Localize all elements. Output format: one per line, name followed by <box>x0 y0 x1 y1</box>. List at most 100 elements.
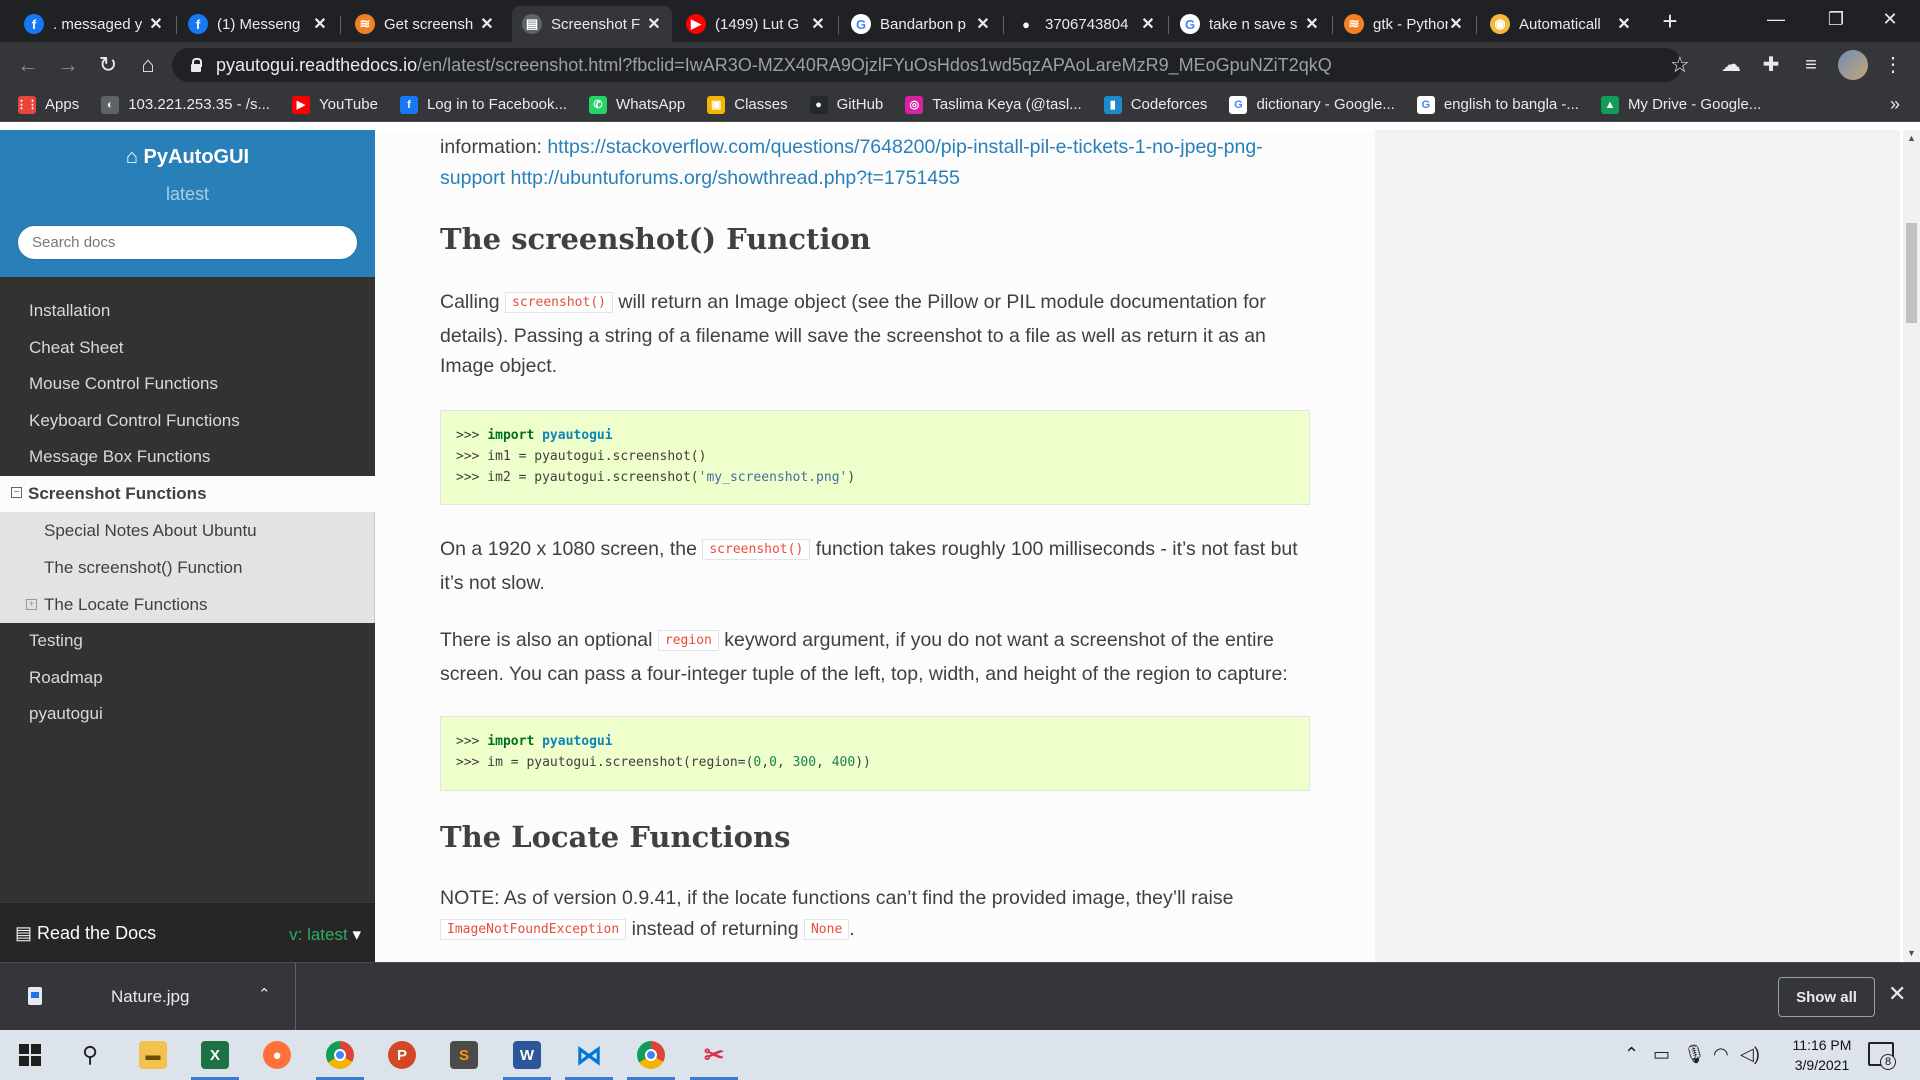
browser-tab[interactable]: ▤ Screenshot F ✕ <box>512 6 672 42</box>
close-tab-icon[interactable]: ✕ <box>312 14 328 34</box>
scrollbar[interactable]: ▲ ▼ <box>1903 130 1920 962</box>
taskbar-chrome-profile[interactable] <box>621 1030 681 1080</box>
menu-kebab-icon[interactable]: ⋮ <box>1880 52 1906 78</box>
sidebar-subitem-locate-functions[interactable]: + The Locate Functions <box>0 586 375 623</box>
bookmark-item[interactable]: ✆ WhatsApp <box>589 95 685 114</box>
ubuntuforums-link[interactable]: http://ubuntuforums.org/showthread.php?t… <box>510 167 959 189</box>
p4-text: . <box>849 917 855 940</box>
start-button[interactable] <box>0 1030 60 1080</box>
close-tab-icon[interactable]: ✕ <box>975 14 991 34</box>
reload-icon[interactable]: ↻ <box>94 51 122 79</box>
sidebar-item-pyautogui[interactable]: pyautogui <box>0 696 375 733</box>
close-tab-icon[interactable]: ✕ <box>1616 14 1632 34</box>
back-arrow-icon[interactable]: ← <box>14 51 42 79</box>
code-block-screenshot[interactable]: >>> import pyautogui >>> im1 = pyautogui… <box>440 410 1310 505</box>
microphone-icon[interactable]: 🎙 <box>1683 1044 1706 1065</box>
scrollbar-thumb[interactable] <box>1906 223 1917 323</box>
address-bar[interactable]: pyautogui.readthedocs.io/en/latest/scree… <box>172 48 1682 82</box>
taskbar-file-explorer[interactable]: ▬ <box>123 1030 183 1080</box>
close-window-button[interactable]: ✕ <box>1860 0 1920 38</box>
chevron-up-icon[interactable]: ⌃ <box>1624 1044 1639 1065</box>
search-docs-input[interactable] <box>17 225 358 260</box>
battery-icon[interactable]: ▭ <box>1653 1044 1670 1065</box>
browser-tab[interactable]: ≋ gtk - Python ✕ <box>1334 6 1474 42</box>
collapse-toggle-icon[interactable]: − <box>11 486 22 498</box>
browser-tab[interactable]: f (1) Messeng ✕ <box>178 6 338 42</box>
minimize-button[interactable]: — <box>1746 0 1806 38</box>
bookmark-item[interactable]: ◎ Taslima Keya (@tasl... <box>905 95 1082 114</box>
bookmark-item[interactable]: Gdictionary - Google... <box>1229 95 1395 114</box>
extension-icon[interactable]: ☁ <box>1718 52 1744 78</box>
lock-icon[interactable] <box>190 58 202 72</box>
browser-tab[interactable]: Gtake n save s ✕ <box>1170 6 1330 42</box>
sidebar-item-roadmap[interactable]: Roadmap <box>0 660 375 697</box>
bookmark-star-icon[interactable]: ☆ <box>1670 52 1690 78</box>
browser-tab[interactable]: ▶ (1499) Lut G ✕ <box>676 6 836 42</box>
sidebar-item-message-box[interactable]: Message Box Functions <box>0 439 375 476</box>
close-tab-icon[interactable]: ✕ <box>1448 14 1464 34</box>
close-tab-icon[interactable]: ✕ <box>646 14 662 34</box>
taskbar-vscode[interactable]: ⋈ <box>559 1030 619 1080</box>
sidebar-item-testing[interactable]: Testing <box>0 623 375 660</box>
tab-title: Screenshot F <box>551 15 641 33</box>
version-selector[interactable]: v: latest ▾ <box>289 925 361 945</box>
bookmark-item[interactable]: ▶ YouTube <box>291 95 378 114</box>
home-icon[interactable]: ⌂ <box>134 51 162 79</box>
system-clock[interactable]: 11:16 PM 3/9/2021 <box>1768 1035 1876 1075</box>
taskbar-chrome[interactable] <box>310 1030 370 1080</box>
sidebar-item-keyboard-control[interactable]: Keyboard Control Functions <box>0 403 375 440</box>
forward-arrow-icon[interactable]: → <box>54 51 82 79</box>
browser-tab[interactable]: ◉ Automaticall ✕ <box>1480 6 1642 42</box>
sidebar-item-mouse-control[interactable]: Mouse Control Functions <box>0 366 375 403</box>
taskbar-firefox[interactable]: ● <box>247 1030 307 1080</box>
taskbar-search-button[interactable]: ⚲ <box>60 1030 120 1080</box>
taskbar-sublime-text[interactable]: S <box>434 1030 494 1080</box>
bookmark-item[interactable]: Genglish to bangla -... <box>1416 95 1579 114</box>
bookmark-item[interactable]: ▲ My Drive - Google... <box>1600 95 1761 114</box>
wifi-icon[interactable]: ◠ <box>1713 1044 1729 1065</box>
code-block-region[interactable]: >>> import pyautogui >>> im = pyautogui.… <box>440 716 1310 791</box>
read-the-docs-footer[interactable]: ▤ Read the Docs v: latest ▾ <box>0 902 375 962</box>
bookmark-item[interactable]: ⋮⋮ Apps <box>16 95 79 114</box>
bookmark-item[interactable]: ▣ Classes <box>707 95 788 114</box>
close-tab-icon[interactable]: ✕ <box>148 14 164 34</box>
close-tab-icon[interactable]: ✕ <box>810 14 826 34</box>
browser-tab[interactable]: G Bandarbon p ✕ <box>841 6 1001 42</box>
bookmark-item[interactable]: f Log in to Facebook... <box>399 95 567 114</box>
project-title[interactable]: ⌂ PyAutoGUI <box>0 146 375 169</box>
media-queue-icon[interactable]: ≡ <box>1798 52 1824 78</box>
extensions-puzzle-icon[interactable]: ✚ <box>1758 52 1784 78</box>
scroll-down-arrow-icon[interactable]: ▼ <box>1903 945 1920 962</box>
new-tab-button[interactable]: + <box>1656 8 1684 36</box>
volume-icon[interactable]: ◁) <box>1740 1044 1760 1065</box>
sidebar-subitem-screenshot-function[interactable]: The screenshot() Function <box>0 549 375 586</box>
taskbar-powerpoint[interactable]: P <box>372 1030 432 1080</box>
taskbar-word[interactable]: W <box>497 1030 557 1080</box>
close-icon[interactable]: ✕ <box>1888 981 1906 1007</box>
restore-button[interactable]: ❐ <box>1806 0 1866 38</box>
taskbar-excel[interactable]: X <box>185 1030 245 1080</box>
close-tab-icon[interactable]: ✕ <box>1304 14 1320 34</box>
browser-tab[interactable]: ● 3706743804 ✕ <box>1006 6 1166 42</box>
bookmark-item[interactable]: ● GitHub <box>809 95 883 114</box>
sidebar-item-cheat-sheet[interactable]: Cheat Sheet <box>0 330 375 367</box>
scroll-up-arrow-icon[interactable]: ▲ <box>1903 130 1920 147</box>
bookmark-item[interactable]: ◐ 103.221.253.35 - /s... <box>101 95 270 114</box>
sidebar-item-screenshot-functions[interactable]: − Screenshot Functions <box>0 475 375 512</box>
sidebar-subitem-ubuntu-notes[interactable]: Special Notes About Ubuntu <box>0 512 375 549</box>
chevron-up-icon[interactable]: ⌃ <box>258 985 271 1003</box>
bookmark-item[interactable]: ▮ Codeforces <box>1103 95 1207 114</box>
profile-avatar[interactable] <box>1838 50 1868 80</box>
show-all-button[interactable]: Show all <box>1778 977 1875 1017</box>
bookmarks-overflow-icon[interactable]: » <box>1890 94 1900 115</box>
close-tab-icon[interactable]: ✕ <box>1140 14 1156 34</box>
download-item[interactable]: Nature.jpg ⌃ <box>0 963 296 1031</box>
sidebar-item-installation[interactable]: Installation <box>0 293 375 330</box>
browser-tab[interactable]: f . messaged y ✕ <box>14 6 174 42</box>
drive-icon: ▲ <box>1600 95 1619 114</box>
close-tab-icon[interactable]: ✕ <box>479 14 495 34</box>
expand-toggle-icon[interactable]: + <box>26 599 37 610</box>
taskbar-snipping-tool[interactable]: ✂ <box>684 1030 744 1080</box>
browser-tab[interactable]: ≋ Get screensh ✕ <box>345 6 505 42</box>
intro-paragraph: information: https://stackoverflow.com/q… <box>440 132 1310 193</box>
